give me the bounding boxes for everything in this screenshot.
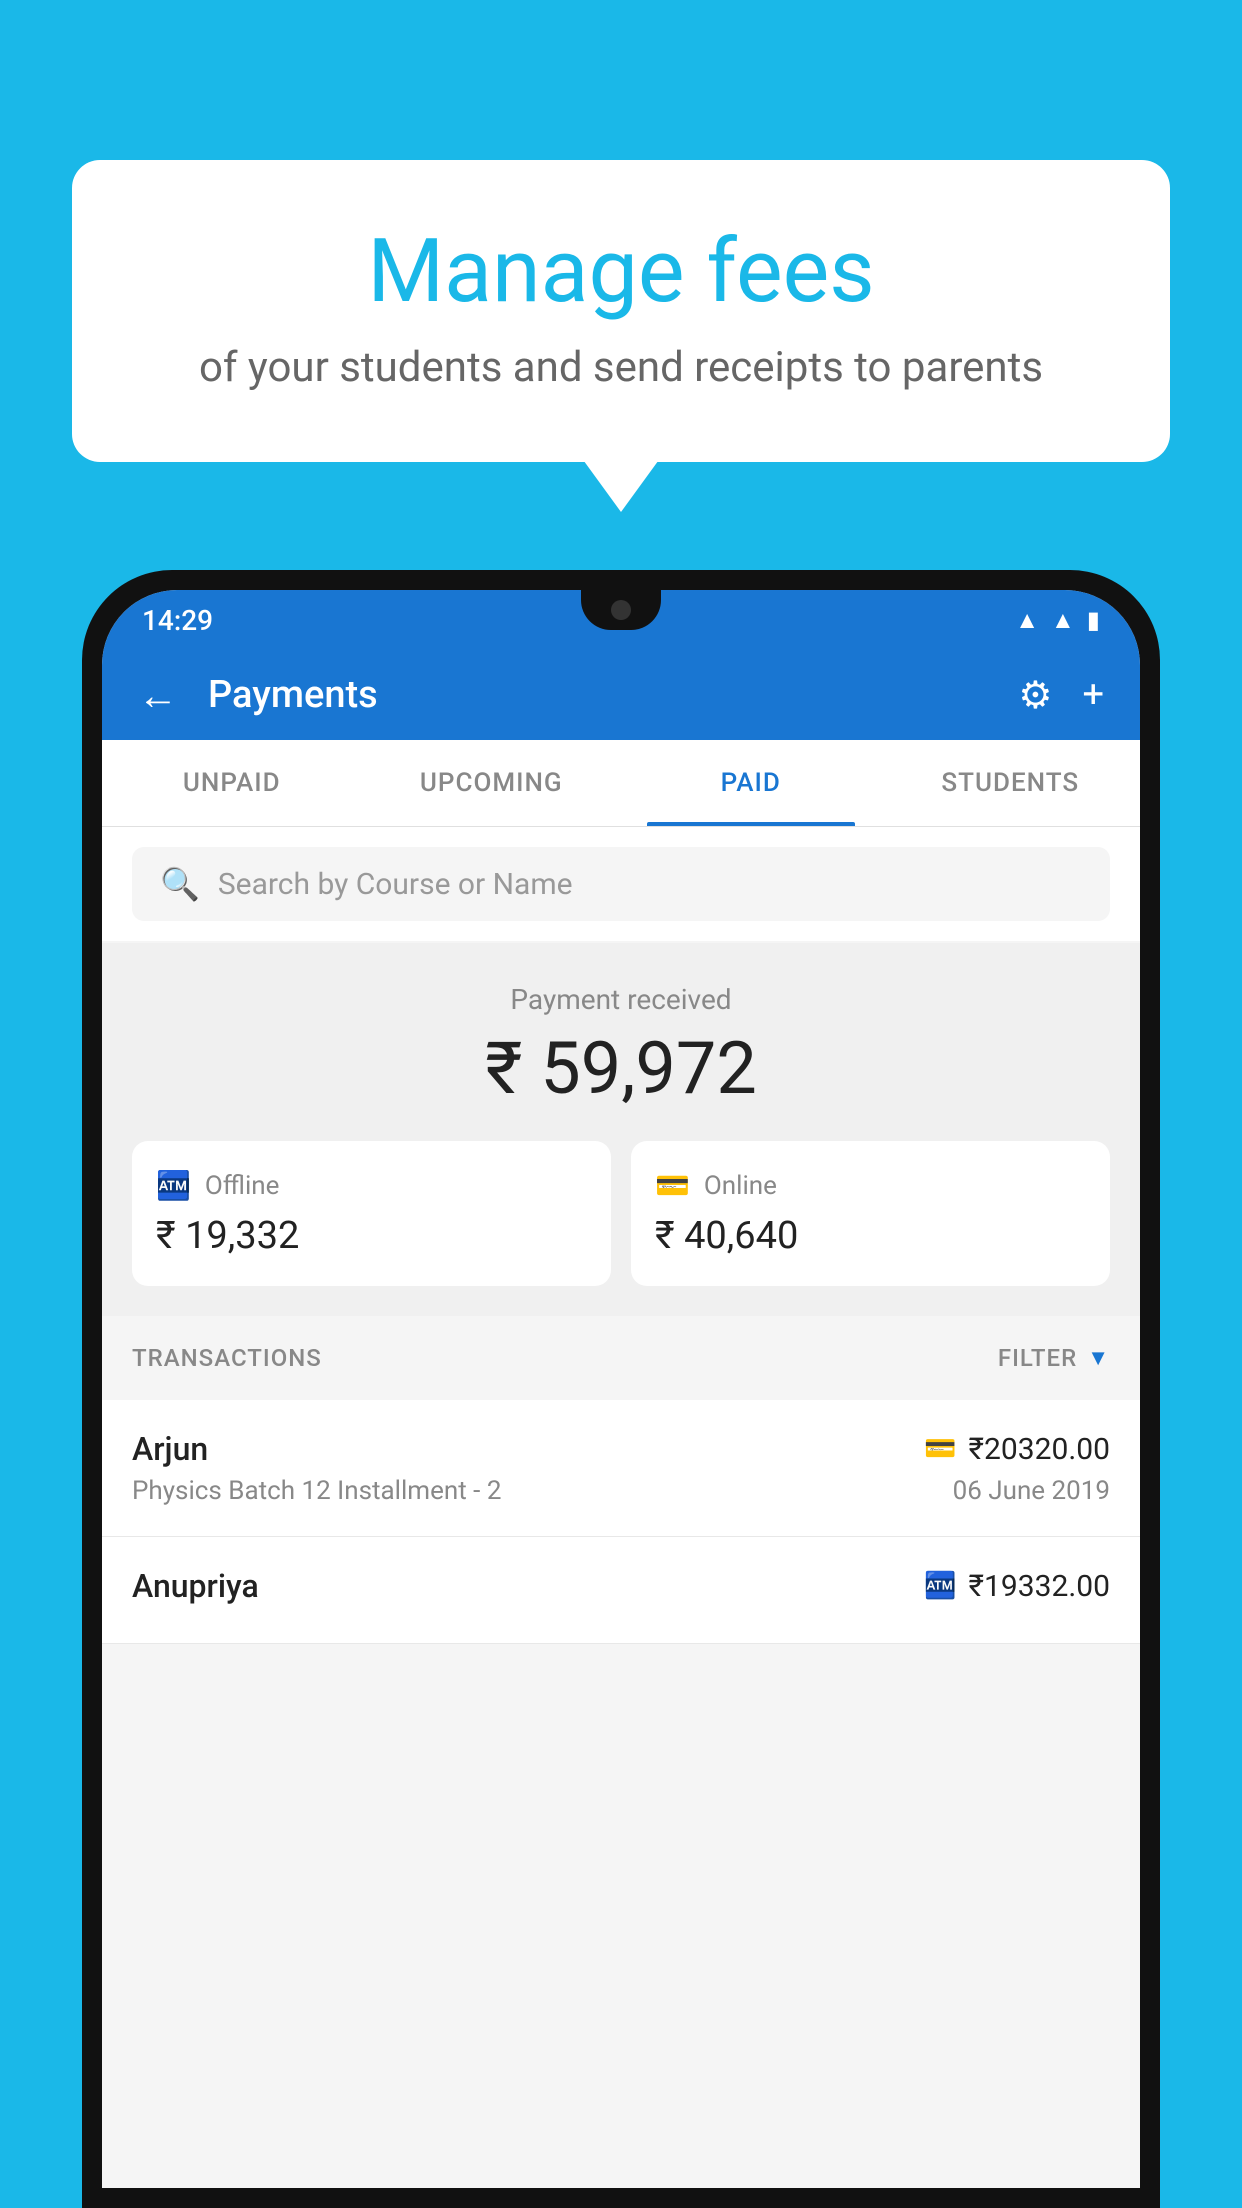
- transaction-name: Arjun: [132, 1430, 208, 1468]
- offline-amount: ₹ 19,332: [156, 1214, 587, 1258]
- tab-unpaid[interactable]: UNPAID: [102, 740, 362, 826]
- offline-card: 🏧 Offline ₹ 19,332: [132, 1141, 611, 1286]
- transaction-amount: ₹20320.00: [969, 1432, 1110, 1467]
- phone-notch: [581, 590, 661, 630]
- payment-received-section: Payment received ₹ 59,972 🏧 Offline ₹ 19…: [102, 943, 1140, 1316]
- transaction-amount-row: 💳 ₹20320.00: [924, 1432, 1110, 1467]
- card-icon: 💳: [924, 1434, 956, 1464]
- transaction-row[interactable]: Anupriya 🏧 ₹19332.00: [102, 1537, 1140, 1644]
- offline-label: Offline: [205, 1171, 280, 1201]
- signal-icon: ▲: [1051, 606, 1075, 635]
- manage-fees-title: Manage fees: [152, 220, 1090, 323]
- online-card-header: 💳 Online: [655, 1169, 1086, 1202]
- offline-card-header: 🏧 Offline: [156, 1169, 587, 1202]
- speech-bubble: Manage fees of your students and send re…: [72, 160, 1170, 462]
- transaction-top: Arjun 💳 ₹20320.00: [132, 1430, 1110, 1468]
- online-amount: ₹ 40,640: [655, 1214, 1086, 1258]
- app-bar: ← Payments ⚙ +: [102, 650, 1140, 740]
- transaction-amount: ₹19332.00: [969, 1569, 1110, 1604]
- tab-paid[interactable]: PAID: [621, 740, 881, 826]
- filter-icon: ▼: [1087, 1345, 1110, 1371]
- online-label: Online: [704, 1171, 777, 1201]
- payment-cards: 🏧 Offline ₹ 19,332 💳 Online ₹ 40,640: [132, 1141, 1110, 1286]
- transaction-row[interactable]: Arjun 💳 ₹20320.00 Physics Batch 12 Insta…: [102, 1400, 1140, 1537]
- status-time: 14:29: [142, 604, 213, 637]
- search-box[interactable]: 🔍 Search by Course or Name: [132, 847, 1110, 921]
- filter-label: FILTER: [998, 1344, 1077, 1372]
- tabs: UNPAID UPCOMING PAID STUDENTS: [102, 740, 1140, 827]
- transactions-header: TRANSACTIONS FILTER ▼: [102, 1316, 1140, 1400]
- transaction-date: 06 June 2019: [953, 1476, 1110, 1506]
- phone-screen: 14:29 ▲ ▲ ▮ ← Payments ⚙ + UNPAID UPCOMI…: [102, 590, 1140, 2188]
- manage-fees-subtitle: of your students and send receipts to pa…: [152, 343, 1090, 392]
- search-container: 🔍 Search by Course or Name: [102, 827, 1140, 941]
- front-camera: [611, 600, 631, 620]
- tab-upcoming[interactable]: UPCOMING: [362, 740, 622, 826]
- wifi-icon: ▲: [1015, 606, 1039, 635]
- offline-icon: 🏧: [156, 1169, 191, 1202]
- status-icons: ▲ ▲ ▮: [1015, 606, 1100, 635]
- transaction-amount-row: 🏧 ₹19332.00: [924, 1569, 1110, 1604]
- phone-frame: 14:29 ▲ ▲ ▮ ← Payments ⚙ + UNPAID UPCOMI…: [82, 570, 1160, 2208]
- transaction-details: Physics Batch 12 Installment - 2 06 June…: [132, 1476, 1110, 1506]
- payment-received-amount: ₹ 59,972: [132, 1026, 1110, 1111]
- transaction-name: Anupriya: [132, 1567, 259, 1605]
- payment-received-label: Payment received: [132, 983, 1110, 1016]
- tab-students[interactable]: STUDENTS: [881, 740, 1141, 826]
- offline-payment-icon: 🏧: [924, 1571, 956, 1601]
- transactions-label: TRANSACTIONS: [132, 1344, 322, 1372]
- search-icon: 🔍: [160, 865, 200, 903]
- transaction-course: Physics Batch 12 Installment - 2: [132, 1476, 501, 1506]
- online-icon: 💳: [655, 1169, 690, 1202]
- online-card: 💳 Online ₹ 40,640: [631, 1141, 1110, 1286]
- search-input[interactable]: Search by Course or Name: [218, 867, 573, 902]
- add-button[interactable]: +: [1082, 673, 1104, 717]
- transaction-top: Anupriya 🏧 ₹19332.00: [132, 1567, 1110, 1605]
- filter-button[interactable]: FILTER ▼: [998, 1344, 1110, 1372]
- settings-button[interactable]: ⚙: [1018, 673, 1052, 718]
- app-bar-title: Payments: [208, 673, 988, 717]
- back-button[interactable]: ←: [138, 672, 178, 719]
- battery-icon: ▮: [1087, 606, 1100, 634]
- status-bar: 14:29 ▲ ▲ ▮: [102, 590, 1140, 650]
